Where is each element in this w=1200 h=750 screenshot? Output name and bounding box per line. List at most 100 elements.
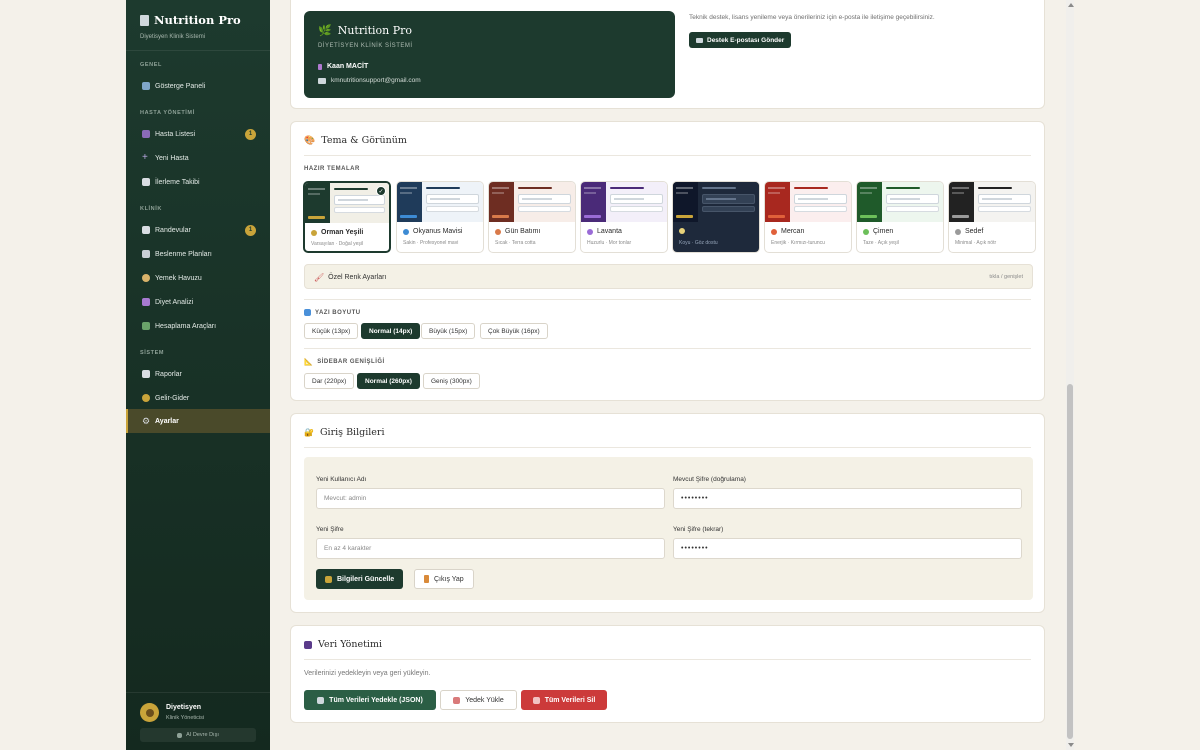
sidebar-width-option[interactable]: Dar (220px): [304, 373, 355, 389]
clipboard-icon: [140, 14, 149, 26]
avatar[interactable]: [140, 703, 159, 722]
sidebar-item-progress[interactable]: İlerleme Takibi: [126, 170, 270, 194]
theme-preview-box: [702, 194, 755, 204]
presets-label: HAZIR TEMALAR: [304, 166, 360, 172]
sidebar-item-dashboard[interactable]: Gösterge Paneli: [126, 74, 270, 98]
floppy-disk-icon: [304, 640, 312, 649]
backup-all-button[interactable]: Tüm Verileri Yedekle (JSON): [304, 690, 436, 710]
sidebar-item-reports[interactable]: Raporlar: [126, 362, 270, 386]
sidebar-item-label: Diyet Analizi: [155, 298, 194, 306]
restore-backup-button[interactable]: Yedek Yükle: [440, 690, 517, 710]
sidebar-item-new-patient[interactable]: + Yeni Hasta: [126, 146, 270, 170]
theme-preview-line: [400, 192, 412, 194]
sidebar-item-label: Randevular: [155, 226, 191, 234]
theme-description: Sıcak · Terra cotta: [495, 240, 536, 246]
check-icon: ✓: [376, 186, 386, 196]
update-credentials-button[interactable]: Bilgileri Güncelle: [316, 569, 404, 589]
font-size-option[interactable]: Küçük (13px): [304, 323, 359, 339]
sidebar-item-label: Gösterge Paneli: [155, 82, 206, 90]
custom-color-toggle[interactable]: 🖌 Özel Renk Ayarları tıkla / genişlet: [304, 264, 1033, 289]
divider: [304, 348, 1031, 349]
sidebar-item-nutrition-plans[interactable]: Beslenme Planları: [126, 242, 270, 266]
theme-preview-bar: [518, 187, 552, 189]
money-bag-icon: [142, 394, 150, 402]
theme-preview-box: [978, 194, 1031, 204]
delete-all-button[interactable]: Tüm Verileri Sil: [521, 690, 607, 710]
ai-status-label: AI Devre Dışı: [186, 732, 219, 738]
sidebar-item-appointments[interactable]: Randevular 1: [126, 218, 270, 242]
about-email[interactable]: kmnutritionsupport@gmail.com: [318, 77, 421, 84]
sidebar-item-settings[interactable]: ⚙ Ayarlar: [126, 409, 270, 433]
theme-option-card[interactable]: Orman Yeşili Varsayılan · Doğal yeşil ✓: [303, 181, 391, 253]
theme-option-card[interactable]: Çimen Taze · Açık yeşil: [856, 181, 944, 253]
theme-preview-main: [606, 182, 667, 222]
sidebar-item-income-expense[interactable]: Gelir-Gider: [126, 386, 270, 410]
theme-icon: [587, 228, 593, 235]
support-email-button[interactable]: Destek E-postası Gönder: [689, 32, 792, 48]
new-password-repeat-input[interactable]: ••••••••: [673, 538, 1022, 559]
theme-option-card[interactable]: Mercan Enerjik · Kırmızı-turuncu: [764, 181, 852, 253]
theme-option-card[interactable]: Gün Batımı Sıcak · Terra cotta: [488, 181, 576, 253]
calculator-icon: [142, 322, 150, 330]
login-form: Yeni Kullanıcı Adı Mevcut: admin Mevcut …: [304, 457, 1033, 600]
font-size-option[interactable]: Çok Büyük (16px): [480, 323, 548, 339]
sidebar-width-option[interactable]: Geniş (300px): [423, 373, 480, 389]
scroll-up-arrow-icon[interactable]: [1068, 3, 1074, 7]
new-password-input[interactable]: En az 4 karakter: [316, 538, 665, 559]
sidebar-item-patient-list[interactable]: Hasta Listesi 1: [126, 122, 270, 146]
username-input[interactable]: Mevcut: admin: [316, 488, 665, 509]
sidebar-item-calculators[interactable]: Hesaplama Araçları: [126, 314, 270, 338]
mail-icon: [696, 37, 703, 43]
scroll-down-arrow-icon[interactable]: [1068, 743, 1074, 747]
restore-backup-label: Yedek Yükle: [465, 696, 504, 704]
sidebar-item-label: Raporlar: [155, 370, 182, 378]
theme-preview-line: [492, 187, 509, 189]
current-password-input[interactable]: ••••••••: [673, 488, 1022, 509]
theme-card-title: 🎨 Tema & Görünüm: [304, 135, 407, 146]
sidebar-item-label: Hesaplama Araçları: [155, 322, 217, 330]
sidebar-item-diet-analysis[interactable]: Diyet Analizi: [126, 290, 270, 314]
support-text: Teknik destek, lisans yenileme veya öner…: [689, 14, 935, 21]
sidebar-width-option[interactable]: Normal (260px): [357, 373, 420, 389]
gear-icon: ⚙: [142, 416, 151, 426]
theme-preview-bar: [794, 187, 828, 189]
theme-preview-line: [860, 187, 877, 189]
theme-card-title-text: Tema & Görünüm: [321, 135, 407, 146]
theme-preview-line: [860, 192, 872, 194]
about-title-text: Nutrition Pro: [337, 24, 413, 37]
ai-status-button[interactable]: AI Devre Dışı: [140, 728, 256, 742]
scrollbar-thumb[interactable]: [1067, 384, 1073, 739]
theme-preview-accent: [676, 215, 693, 218]
theme-name-text: Lavanta: [597, 228, 622, 235]
theme-preview-sidebar: [397, 182, 422, 222]
theme-name: Okyanus Mavisi: [403, 228, 462, 235]
theme-name: Çimen: [863, 228, 893, 235]
divider: [304, 659, 1031, 660]
theme-option-card[interactable]: Sedef Minimal · Açık nötr: [948, 181, 1036, 253]
font-size-option[interactable]: Normal (14px): [361, 323, 421, 339]
theme-preview-bar: [886, 187, 920, 189]
theme-preview-line: [768, 192, 780, 194]
theme-preview-line: [400, 187, 417, 189]
sidebar-item-label: Yemek Havuzu: [155, 274, 202, 282]
theme-preview-sidebar: [857, 182, 882, 222]
delete-all-label: Tüm Verileri Sil: [544, 696, 596, 704]
trash-icon: [532, 696, 540, 704]
data-card-title-text: Veri Yönetimi: [318, 639, 383, 650]
theme-option-card[interactable]: Koyu · Göz dostu: [672, 181, 760, 253]
divider: [304, 447, 1031, 448]
sidebar-item-food-pool[interactable]: Yemek Havuzu: [126, 266, 270, 290]
theme-option-card[interactable]: Lavanta Huzurlu · Mor tonlar: [580, 181, 668, 253]
theme-preview-accent: [400, 215, 417, 218]
logout-button[interactable]: Çıkış Yap: [414, 569, 474, 589]
theme-name-text: Okyanus Mavisi: [413, 228, 463, 235]
theme-option-card[interactable]: Okyanus Mavisi Sakin · Profesyonel mavi: [396, 181, 484, 253]
font-size-option[interactable]: Büyük (15px): [421, 323, 476, 339]
theme-icon: [403, 228, 409, 235]
theme-preview-box: [886, 206, 939, 212]
new-password-repeat-label: Yeni Şifre (tekrar): [673, 526, 724, 533]
report-icon: [142, 370, 150, 378]
support-email-label: Destek E-postası Gönder: [707, 36, 785, 44]
login-card: 🔐 Giriş Bilgileri Yeni Kullanıcı Adı Mev…: [290, 413, 1045, 613]
pen-icon: [318, 63, 322, 70]
